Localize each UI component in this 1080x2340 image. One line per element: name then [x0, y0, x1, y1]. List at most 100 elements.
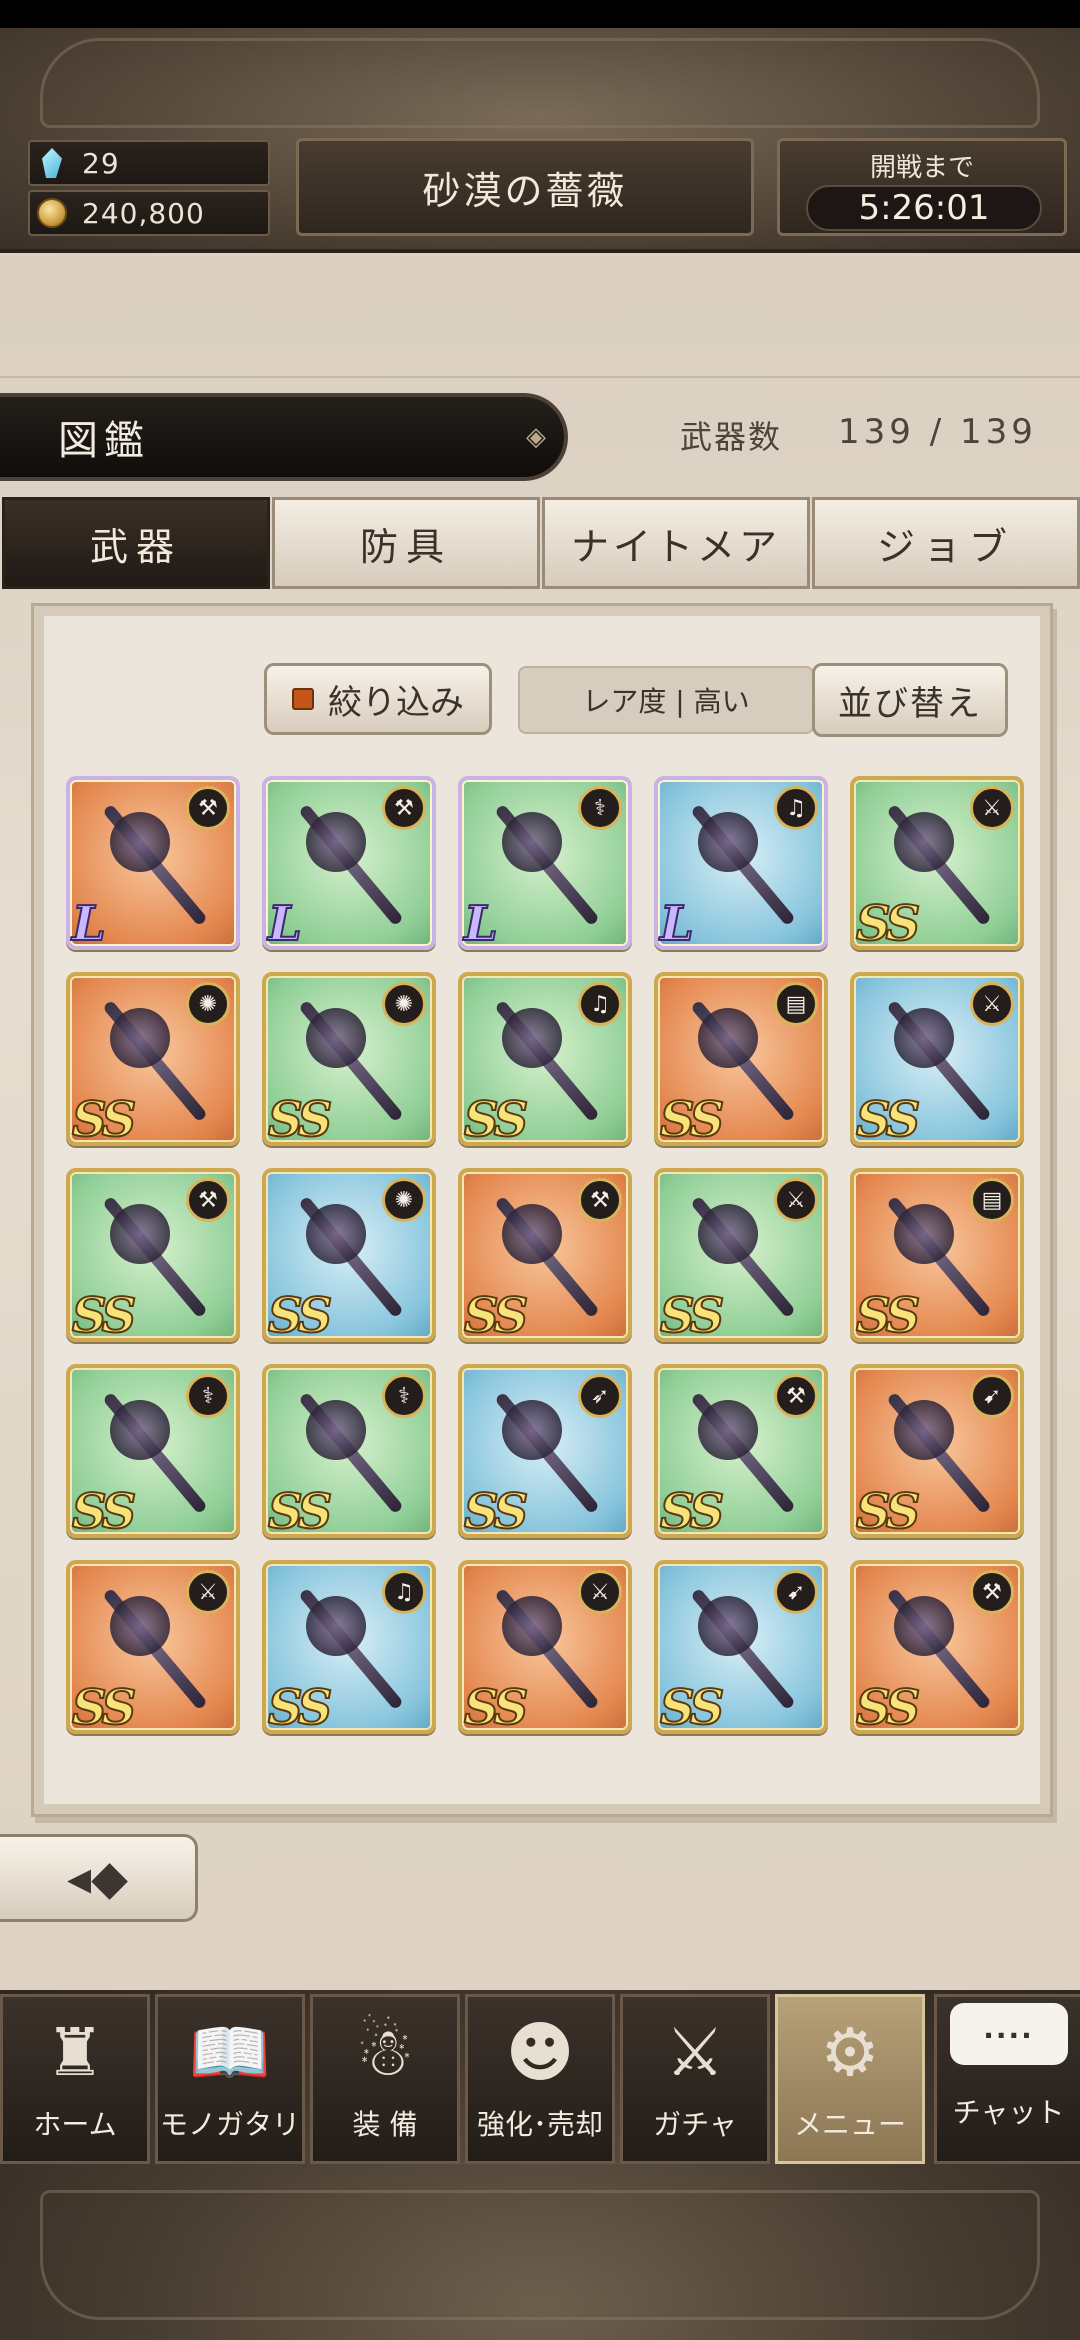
sword-icon: ⚔	[186, 1570, 230, 1614]
weapon-card[interactable]: ✺ SS	[66, 972, 240, 1146]
page-title: 図鑑	[58, 418, 150, 464]
gears-icon: ⚙	[820, 2014, 880, 2091]
tome-icon: ✺	[382, 1178, 426, 1222]
nav-label: モノガタリ	[159, 2108, 300, 2141]
weapon-card[interactable]: ♫ SS	[262, 1560, 436, 1734]
weapon-card[interactable]: ⚒ SS	[654, 1364, 828, 1538]
harp-icon: ♫	[578, 982, 622, 1026]
rarity-badge: SS	[267, 1287, 333, 1342]
sort-button[interactable]: 並び替え	[812, 663, 1008, 737]
rarity-badge: SS	[267, 1483, 333, 1538]
crossed-swords-icon: ⚔	[665, 2014, 725, 2091]
timer-value: 5:26:01	[806, 185, 1042, 231]
coin-counter[interactable]: 240,800	[28, 190, 270, 236]
hammer-icon: ⚒	[186, 786, 230, 830]
rarity-badge: SS	[463, 1679, 529, 1734]
event-title[interactable]: 砂漠の薔薇	[296, 138, 754, 236]
weapon-card[interactable]: ♫ SS	[458, 972, 632, 1146]
weapon-card[interactable]: ⚕ SS	[66, 1364, 240, 1538]
battle-timer[interactable]: 開戦まで 5:26:01	[777, 138, 1067, 236]
puppet-icon: ☃	[355, 2014, 415, 2091]
rarity-badge: SS	[267, 1679, 333, 1734]
weapon-card[interactable]: ⚒ SS	[66, 1168, 240, 1342]
sword-icon: ⚔	[578, 1570, 622, 1614]
chat-button[interactable]: .... チャット	[934, 1994, 1080, 2164]
nav-story-button[interactable]: 📖 モノガタリ	[155, 1994, 305, 2164]
rarity-badge: SS	[855, 1483, 921, 1538]
tab-label: 防具	[359, 524, 452, 569]
rarity-badge: L	[659, 895, 695, 950]
weapon-card[interactable]: ⚒ SS	[458, 1168, 632, 1342]
weapon-card[interactable]: ⚕ SS	[262, 1364, 436, 1538]
rarity-badge: SS	[855, 1091, 921, 1146]
rarity-badge: SS	[71, 1483, 137, 1538]
crystal-icon	[32, 143, 72, 183]
sword-icon: ⚔	[774, 1178, 818, 1222]
coin-icon	[32, 193, 72, 233]
weapon-card[interactable]: ⚒ L	[66, 776, 240, 950]
rarity-badge: SS	[267, 1091, 333, 1146]
book-icon: ▤	[970, 1178, 1014, 1222]
rarity-badge: SS	[463, 1483, 529, 1538]
weapon-card[interactable]: ➹ SS	[654, 1560, 828, 1734]
nav-equip-button[interactable]: ☃ 装 備	[310, 1994, 460, 2164]
coin-count: 240,800	[82, 196, 205, 230]
hammer-icon: ⚒	[382, 786, 426, 830]
weapon-card[interactable]: ⚔ SS	[850, 972, 1024, 1146]
castle-icon: ♜	[45, 2014, 105, 2091]
hammer-icon: ⚒	[970, 1570, 1014, 1614]
staff-icon: ⚕	[186, 1374, 230, 1418]
rarity-badge: SS	[463, 1287, 529, 1342]
weapon-card[interactable]: ⚔ SS	[654, 1168, 828, 1342]
crystal-counter[interactable]: 29	[28, 140, 270, 186]
nav-label: メニュー	[793, 2108, 906, 2141]
weapon-card[interactable]: ⚒ L	[262, 776, 436, 950]
weapon-card[interactable]: ⚔ SS	[458, 1560, 632, 1734]
hammer-icon: ⚒	[186, 1178, 230, 1222]
back-arrow-icon: ◂◆	[66, 1850, 128, 1906]
book-icon: 📖	[188, 2014, 272, 2091]
filter-indicator-icon	[292, 688, 314, 710]
filter-button[interactable]: 絞り込み	[264, 663, 492, 735]
weapon-card[interactable]: ▤ SS	[654, 972, 828, 1146]
sword-icon: ⚔	[970, 982, 1014, 1026]
weapon-count-value: 139 / 139	[838, 412, 1037, 452]
weapon-card[interactable]: ⚒ SS	[850, 1560, 1024, 1734]
weapon-card[interactable]: ▤ SS	[850, 1168, 1024, 1342]
tab-nightmare[interactable]: ナイトメア	[542, 497, 810, 589]
rarity-badge: SS	[659, 1287, 725, 1342]
weapon-card[interactable]: ⚕ L	[458, 776, 632, 950]
nav-gacha-button[interactable]: ⚔ ガチャ	[620, 1994, 770, 2164]
nav-enhance-button[interactable]: ☻ 強化･売却	[465, 1994, 615, 2164]
tab-weapons[interactable]: 武器	[2, 497, 270, 589]
rarity-badge: L	[463, 895, 499, 950]
weapon-card[interactable]: ✺ SS	[262, 972, 436, 1146]
weapon-count-label: 武器数	[680, 418, 783, 456]
weapon-card[interactable]: ♫ L	[654, 776, 828, 950]
tab-label: 武器	[89, 524, 182, 569]
tab-label: ナイトメア	[570, 524, 781, 569]
filter-label: 絞り込み	[328, 682, 464, 723]
mask-icon: ☻	[505, 2014, 575, 2091]
section-title-bar: 図鑑 ◈	[0, 393, 568, 481]
nav-home-button[interactable]: ♜ ホーム	[0, 1994, 150, 2164]
rarity-badge: SS	[659, 1679, 725, 1734]
weapon-card[interactable]: ⚔ SS	[850, 776, 1024, 950]
tome-icon: ✺	[382, 982, 426, 1026]
nav-menu-button[interactable]: ⚙ メニュー	[775, 1994, 925, 2164]
rarity-badge: SS	[659, 1483, 725, 1538]
back-button[interactable]: ◂◆	[0, 1834, 198, 1922]
harp-icon: ♫	[774, 786, 818, 830]
weapon-card[interactable]: ✺ SS	[262, 1168, 436, 1342]
tab-job[interactable]: ジョブ	[812, 497, 1080, 589]
rarity-badge: SS	[659, 1091, 725, 1146]
rarity-badge: SS	[71, 1679, 137, 1734]
tab-armor[interactable]: 防具	[272, 497, 540, 589]
staff-icon: ⚕	[382, 1374, 426, 1418]
weapon-card[interactable]: ➹ SS	[850, 1364, 1024, 1538]
weapon-card[interactable]: ➶ SS	[458, 1364, 632, 1538]
weapon-card[interactable]: ⚔ SS	[66, 1560, 240, 1734]
crystal-count: 29	[82, 146, 120, 180]
bow-icon: ➹	[970, 1374, 1014, 1418]
hammer-icon: ⚒	[774, 1374, 818, 1418]
